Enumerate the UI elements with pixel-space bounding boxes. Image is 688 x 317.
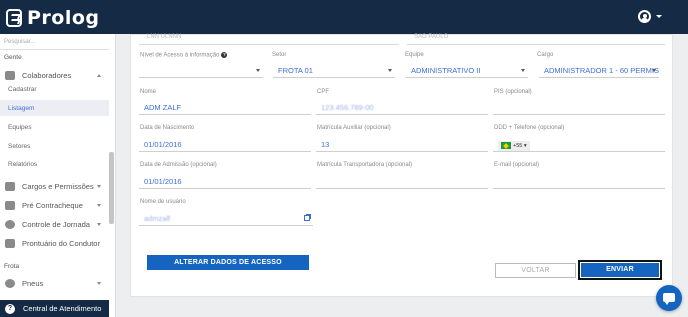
field-underline (407, 44, 665, 45)
dropdown-arrow-icon (521, 69, 525, 72)
account-circle-icon (638, 10, 651, 23)
cargo-select[interactable]: ADMINISTRADOR 1 - 60 PERMISSÕES (539, 64, 659, 78)
email-input[interactable] (493, 175, 665, 189)
nivel-acesso-select[interactable] (139, 64, 263, 78)
cpf-value: 123.456.789-00 (321, 103, 374, 112)
telefone-label: DDD + Telefone (opcional) (494, 125, 565, 131)
central-atendimento-button[interactable]: ? Central de Atendimento (0, 300, 109, 317)
alterar-dados-acesso-button[interactable]: ALTERAR DADOS DE ACESSO (147, 255, 309, 270)
sidebar-item-label: Pneus (22, 279, 44, 288)
people-icon (5, 71, 15, 80)
sidebar-subitem-setores[interactable]: Setores (0, 138, 109, 154)
sidebar-item-label: Cargos e Permissões (22, 182, 94, 191)
chevron-down-icon (97, 223, 101, 226)
matricula-transportadora-label: Matrícula Transportadora (opcional) (317, 162, 413, 168)
sidebar-subitem-listagem[interactable]: Listagem (0, 100, 109, 116)
setor-label: Setor (272, 52, 287, 58)
matricula-auxiliar-input[interactable]: 13 (316, 138, 488, 152)
sidebar: Pesquisar... Gente Colaboradores Cadastr… (0, 34, 116, 317)
equipe-label: Equipe (405, 52, 424, 58)
top-left-field-value[interactable]: LNN ULNNN (147, 34, 181, 40)
sidebar-subitem-relatorios[interactable]: Relatórios (0, 156, 109, 172)
chevron-down-icon (97, 185, 101, 188)
sidebar-item-label: Prontuário do Condutor (22, 239, 100, 248)
brazil-flag-icon (501, 142, 511, 150)
nivel-acesso-label: Nível de Acesso à informação? (140, 52, 228, 59)
field-underline (139, 44, 399, 45)
chevron-down-icon (97, 204, 101, 207)
country-code-value: +55 (513, 143, 523, 149)
top-right-field-value[interactable]: SAO PAULO (414, 34, 448, 40)
email-label: E-mail (opcional) (494, 162, 540, 168)
data-admissao-input[interactable]: 01/01/2016 (139, 175, 311, 189)
sidebar-item-prontuario[interactable]: Prontuário do Condutor (0, 235, 109, 252)
divider (0, 49, 109, 50)
setor-value: FROTA 01 (278, 66, 313, 75)
prolog-logo-icon (6, 9, 22, 27)
central-atendimento-label: Central de Atendimento (23, 304, 102, 313)
chat-icon (663, 293, 675, 305)
enviar-button[interactable]: ENVIAR (581, 263, 659, 277)
section-gente: Gente (4, 54, 22, 61)
edit-colaborador-form: LNN ULNNN SAO PAULO Nível de Acesso à in… (130, 34, 673, 297)
nome-input[interactable]: ADM ZALF (139, 101, 311, 115)
nome-usuario-input[interactable]: admzalf (139, 212, 313, 226)
voltar-button[interactable]: VOLTAR (495, 263, 576, 278)
document-icon (5, 239, 15, 248)
sidebar-item-pneus[interactable]: Pneus (0, 275, 109, 292)
top-navbar: Prolog (0, 0, 688, 34)
chat-support-button[interactable] (656, 285, 682, 311)
sidebar-item-controle-jornada[interactable]: Controle de Jornada (0, 216, 109, 233)
section-frota: Frota (4, 263, 20, 270)
data-nascimento-label: Data de Nascimento (140, 125, 195, 131)
dropdown-arrow-icon (652, 69, 656, 72)
equipe-select[interactable]: ADMINISTRATIVO II (406, 64, 528, 78)
nome-label: Nome (140, 89, 157, 95)
equipe-value: ADMINISTRATIVO II (411, 66, 481, 75)
open-in-new-icon[interactable] (304, 214, 311, 221)
pis-label: PIS (opcional) (494, 89, 532, 95)
sidebar-subitem-equipes[interactable]: Equipes (0, 119, 109, 135)
help-icon: ? (5, 303, 15, 314)
telefone-input[interactable]: +55 ▾ (493, 138, 665, 152)
sidebar-item-cargos[interactable]: Cargos e Permissões (0, 178, 109, 195)
logo-text: Prolog (27, 7, 100, 29)
nome-usuario-label: Nome de usuário (140, 199, 186, 205)
sidebar-search-input[interactable]: Pesquisar... (4, 39, 35, 45)
data-admissao-label: Data de Admissão (opcional) (140, 162, 217, 168)
country-code-select[interactable]: +55 ▾ (498, 141, 530, 151)
tire-icon (5, 279, 15, 288)
sidebar-item-label: Colaboradores (22, 71, 72, 80)
logo[interactable]: Prolog (6, 7, 100, 29)
help-icon[interactable]: ? (221, 52, 228, 58)
matricula-transportadora-input[interactable] (316, 175, 488, 189)
pis-input[interactable] (493, 101, 665, 115)
data-nascimento-input[interactable]: 01/01/2016 (139, 138, 311, 152)
matricula-auxiliar-label: Matrícula Auxiliar (opcional) (317, 125, 391, 131)
sidebar-item-pre-contracheque[interactable]: Pré Contracheque (0, 197, 109, 214)
nome-usuario-value: admzalf (144, 214, 171, 223)
cpf-label: CPF (317, 89, 329, 95)
briefcase-icon (5, 201, 15, 210)
dropdown-arrow-icon (256, 69, 260, 72)
clock-icon (5, 220, 15, 229)
chevron-down-icon (97, 282, 101, 285)
cargo-value: ADMINISTRADOR 1 - 60 PERMISSÕES (544, 66, 659, 75)
user-menu[interactable] (638, 10, 662, 23)
chevron-up-icon (97, 74, 101, 77)
cpf-input[interactable]: 123.456.789-00 (316, 101, 488, 115)
nivel-acesso-label-text: Nível de Acesso à informação (140, 52, 220, 59)
badge-icon (5, 182, 15, 191)
sidebar-item-label: Controle de Jornada (22, 220, 90, 229)
chevron-down-icon (656, 15, 662, 18)
cargo-label: Cargo (537, 52, 554, 58)
sidebar-subitem-cadastrar[interactable]: Cadastrar (0, 81, 109, 97)
sidebar-scrollbar[interactable] (109, 152, 114, 224)
sidebar-item-label: Pré Contracheque (22, 201, 83, 210)
dropdown-arrow-icon (388, 69, 392, 72)
setor-select[interactable]: FROTA 01 (273, 64, 395, 78)
